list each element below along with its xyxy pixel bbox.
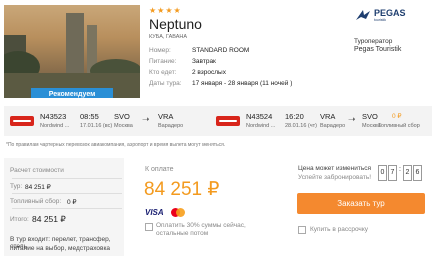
hotel-photo[interactable]: Рекомендуем [4,5,140,98]
operator-value: Pegas Touristik [354,46,402,53]
operator-logo-text: PEGAS [374,8,406,18]
timer-digit: 6 [413,165,422,181]
cost-calculation-panel: Расчет стоимости Тур: 84 251 ₽ Топливный… [4,158,124,256]
calc-fuel-value: 0 ₽ [67,199,77,206]
outbound-airline: Nordwind ... [40,123,70,129]
installment-label[interactable]: Купить в рассрочку [310,226,368,233]
arrow-right-icon: ➝ [348,114,356,124]
outbound-from-code: SVO [114,112,130,121]
divider [12,178,122,179]
booking-hurry-text: Успейте забронировать! [298,174,372,181]
calc-tour-label: Тур: [10,183,23,190]
operator-logo-subtext: touristik [374,18,387,22]
outbound-date: 17.01.16 (вс) [80,123,113,129]
installment-checkbox[interactable] [298,226,306,234]
hotel-location: КУБА, ГАВАНА [149,34,188,40]
calc-total-value: 84 251 ₽ [32,214,66,224]
dates-value: 17 января - 28 января (11 ночей ) [192,80,293,87]
calc-tour-value: 84 251 ₽ [25,184,51,191]
flight-fuel-value: 0 ₽ [392,113,402,120]
dates-label: Даты тура: [149,80,182,87]
calc-fuel-label: Топливный сбор: [10,198,62,205]
outbound-to-code: VRA [158,112,174,121]
timer-digit: 2 [403,165,412,181]
inbound-from-city: Варадеро [320,123,346,129]
calc-includes-line2: питание на выбор, медстраховка [10,245,111,252]
pegas-logo-icon [356,10,370,20]
hotel-stars: ★★★★ [149,6,182,15]
inbound-airline: Nordwind ... [246,123,276,129]
inbound-to-code: SVO [362,112,378,121]
timer-digit: 7 [388,165,397,181]
room-value: STANDARD ROOM [192,47,250,54]
outbound-flight-code: N43523 [40,112,67,121]
mastercard-icon-overlap [176,208,185,217]
room-label: Номер: [149,47,171,54]
inbound-time: 16:20 [285,112,304,121]
order-tour-button[interactable]: Заказать тур [297,193,425,214]
travelers-label: Кто едет: [149,69,177,76]
recommended-badge: Рекомендуем [4,88,140,98]
recommended-badge-label: Рекомендуем [31,88,113,98]
divider [12,193,122,194]
airline-logo-icon [216,116,240,126]
travelers-value: 2 взрослых [192,69,226,76]
inbound-date: 28.01.16 (чт) [285,123,317,129]
hotel-name[interactable]: Neptuno [149,16,202,32]
flights-bar: N43523 Nordwind ... 08:55 17.01.16 (вс) … [4,106,432,136]
visa-icon: VISA [145,208,164,217]
outbound-to-city: Варадеро [158,123,184,129]
flight-rules-note: *По правилам чартерных перевозок авиаком… [6,142,226,148]
outbound-from-city: Москва [114,123,133,129]
outbound-time: 08:55 [80,112,99,121]
calc-total-label: Итого: [10,216,29,223]
partial-payment-checkbox[interactable] [145,223,153,231]
meal-value: Завтрак [192,58,216,65]
inbound-from-code: VRA [320,112,336,121]
calc-title: Расчет стоимости [10,167,64,174]
arrow-right-icon: ➝ [142,114,150,124]
payment-price: 84 251 ₽ [144,179,220,200]
airline-logo-icon [10,116,34,126]
price-change-warning: Цена может измениться [298,165,372,172]
timer-separator: : [399,166,401,173]
operator-label: Туроператор [354,38,393,45]
hotel-photo-image [4,13,140,98]
timer-digit: 0 [378,165,387,181]
partial-payment-line2: остальные потом [156,230,209,237]
meal-label: Питание: [149,58,177,65]
payment-label: К оплате [145,166,174,173]
flight-fuel-label: Топливный сбор [378,123,420,129]
inbound-flight-code: N43524 [246,112,273,121]
partial-payment-line1: Оплатить 30% суммы сейчас, [156,222,246,229]
divider [12,208,122,209]
